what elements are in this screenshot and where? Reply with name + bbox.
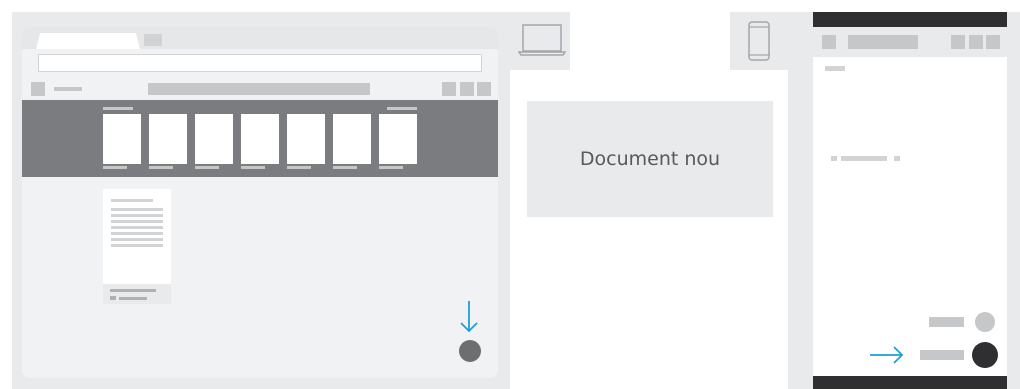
fab-primary-label — [920, 350, 964, 360]
template-strip-label — [103, 107, 133, 110]
address-bar[interactable] — [38, 54, 482, 72]
phone-app-title — [848, 35, 918, 49]
template-thumbnail[interactable] — [103, 114, 141, 164]
phone-status-bar — [813, 12, 1007, 27]
caption-text: Document nou — [579, 148, 721, 170]
browser-tab[interactable] — [144, 34, 162, 46]
laptop-icon — [517, 22, 568, 63]
doc-line — [111, 214, 163, 217]
header-action-1[interactable] — [442, 82, 456, 96]
menu-icon[interactable] — [31, 82, 45, 96]
doc-line — [111, 226, 163, 229]
header-action-3[interactable] — [477, 82, 491, 96]
doc-line — [111, 199, 153, 202]
doc-line — [111, 220, 163, 223]
phone-empty-icon-2 — [894, 156, 900, 161]
template-strip-link[interactable] — [387, 107, 417, 110]
arrow-right-icon — [869, 345, 905, 370]
fab-secondary[interactable] — [975, 312, 995, 332]
browser-tab-active[interactable] — [36, 33, 140, 49]
recent-document-title — [110, 289, 156, 292]
doc-line — [111, 208, 163, 211]
phone-menu-icon[interactable] — [822, 35, 836, 49]
recent-document-date — [119, 297, 147, 300]
template-thumbnail[interactable] — [149, 114, 187, 164]
template-label — [241, 166, 265, 169]
new-document-fab[interactable] — [459, 340, 481, 362]
template-label — [103, 166, 127, 169]
template-label — [195, 166, 219, 169]
template-label — [333, 166, 357, 169]
app-logo — [54, 87, 82, 91]
caption-box: Document nou — [527, 101, 773, 217]
doc-line — [111, 244, 163, 247]
arrow-down-icon — [459, 300, 479, 339]
phone-icon — [746, 20, 772, 67]
header-action-2[interactable] — [460, 82, 474, 96]
template-thumbnail[interactable] — [287, 114, 325, 164]
phone-empty-text — [841, 156, 887, 161]
template-thumbnail[interactable] — [241, 114, 279, 164]
phone-nav-bar — [813, 376, 1007, 389]
fab-primary[interactable] — [972, 342, 998, 368]
phone-section-label — [825, 66, 845, 71]
doc-line — [111, 238, 163, 241]
doc-line — [111, 232, 163, 235]
browser-window — [22, 27, 498, 378]
search-field[interactable] — [148, 83, 370, 95]
phone-action-2[interactable] — [969, 35, 983, 49]
recent-document-footer — [103, 284, 171, 304]
template-thumbnail[interactable] — [195, 114, 233, 164]
recent-document-icon — [110, 296, 116, 300]
phone-empty-icon — [831, 156, 837, 161]
fab-secondary-label — [929, 317, 964, 327]
template-label — [379, 166, 403, 169]
phone-action-1[interactable] — [951, 35, 965, 49]
template-thumbnail[interactable] — [333, 114, 371, 164]
template-thumbnail[interactable] — [379, 114, 417, 164]
template-label — [287, 166, 311, 169]
phone-action-3[interactable] — [986, 35, 1000, 49]
template-label — [149, 166, 173, 169]
